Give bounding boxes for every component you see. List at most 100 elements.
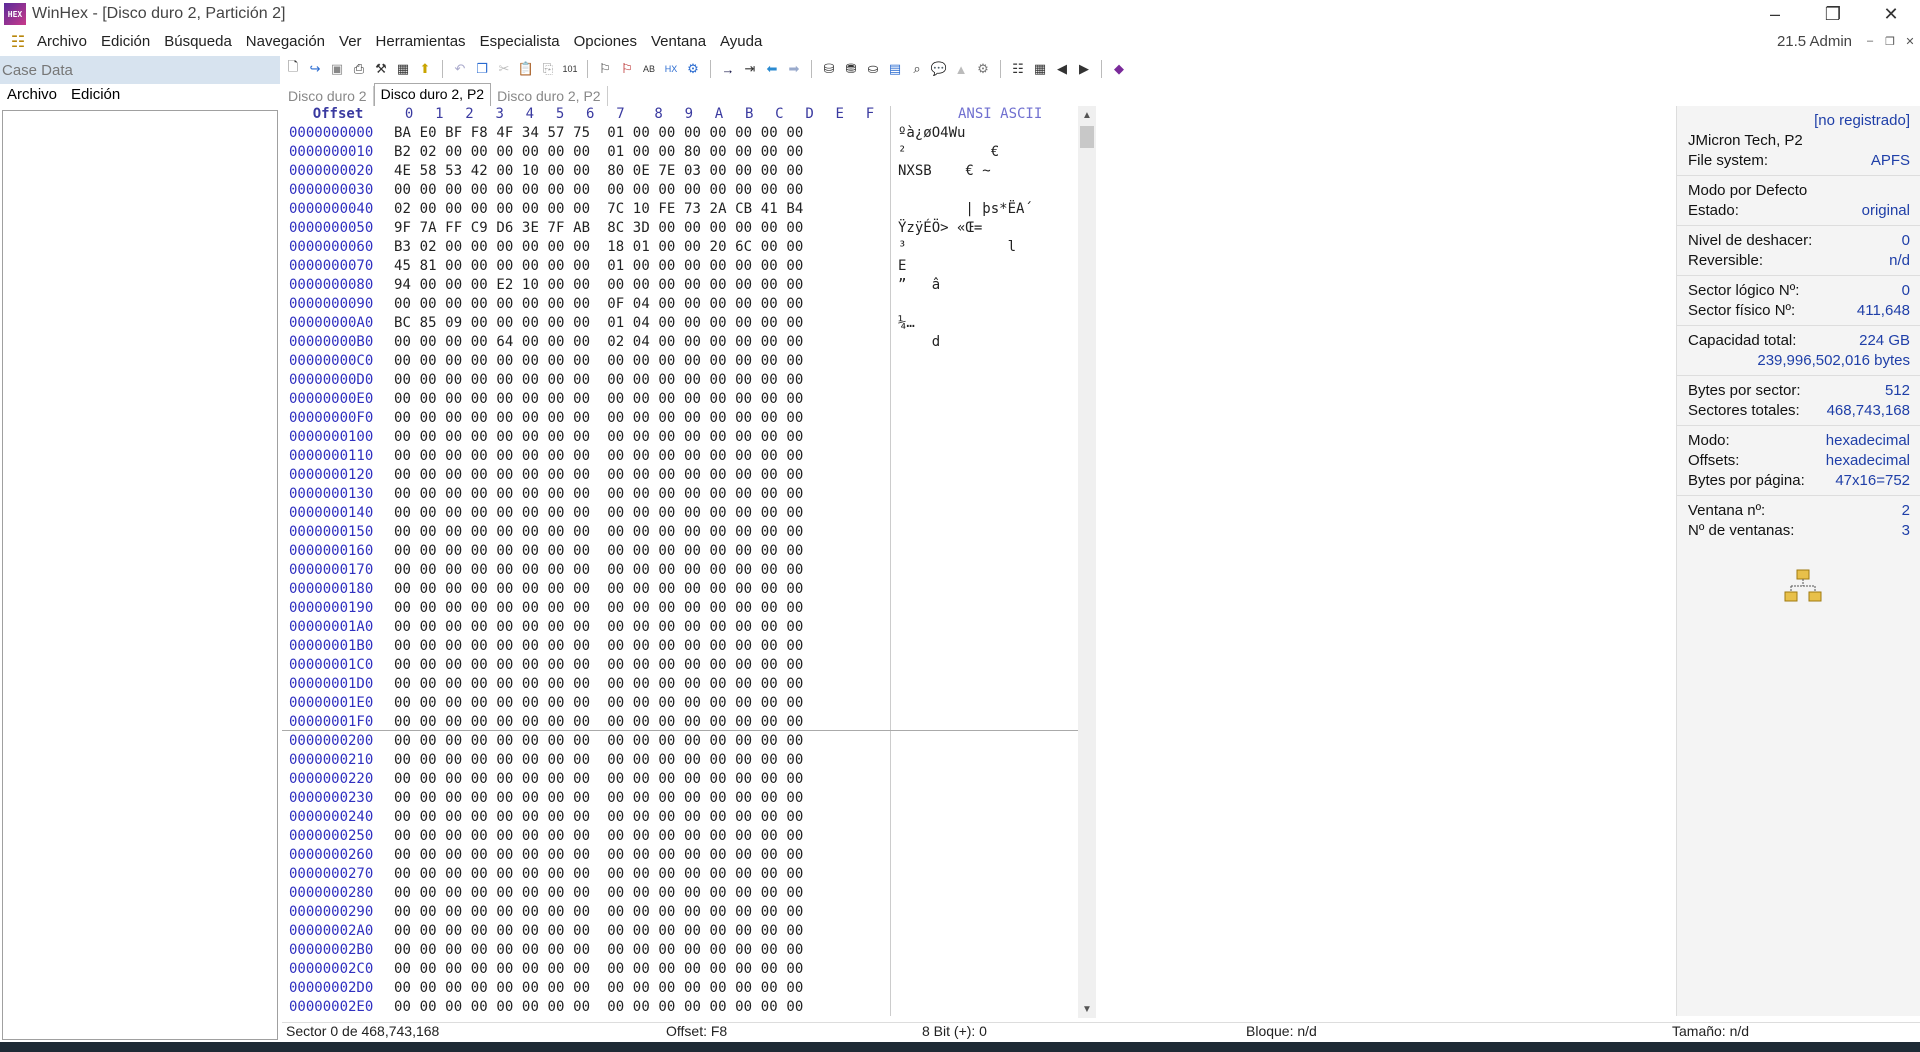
hex-row-bytes[interactable]: B3 02 00 00 00 00 00 00 18 01 00 00 20 6… (394, 239, 880, 258)
hex-scrollbar[interactable]: ▲ ▼ (1078, 106, 1096, 1018)
menu-ver[interactable]: Ver (332, 33, 369, 50)
hex-row[interactable]: 0000000210 00 00 00 00 00 00 00 00 00 00 … (282, 752, 1078, 771)
hex-row-offset[interactable]: 0000000060 (282, 239, 394, 258)
hex-row-offset[interactable]: 00000001D0 (282, 676, 394, 695)
hex-row-bytes[interactable]: 00 00 00 00 64 00 00 00 02 04 00 00 00 0… (394, 334, 880, 353)
chat-icon[interactable]: 💬 (928, 58, 950, 80)
hex-row[interactable]: 0000000140 00 00 00 00 00 00 00 00 00 00 … (282, 505, 1078, 524)
hex-row-offset[interactable]: 0000000240 (282, 809, 394, 828)
hex-row-offset[interactable]: 0000000160 (282, 543, 394, 562)
hex-row[interactable]: 0000000280 00 00 00 00 00 00 00 00 00 00 … (282, 885, 1078, 904)
hex-row-offset[interactable]: 0000000290 (282, 904, 394, 923)
hex-row-offset[interactable]: 00000002B0 (282, 942, 394, 961)
hex-row[interactable]: 0000000200 00 00 00 00 00 00 00 00 00 00 … (282, 733, 1078, 752)
properties-icon[interactable]: ⚒ (370, 58, 392, 80)
hex-row-ansi[interactable]: d (898, 334, 940, 350)
hex-row-offset[interactable]: 0000000280 (282, 885, 394, 904)
hex-row[interactable]: 00000002D0 00 00 00 00 00 00 00 00 00 00 … (282, 980, 1078, 999)
prev-page-icon[interactable]: ◀ (1051, 58, 1073, 80)
status-sector[interactable]: Sector 0 de 468,743,168 (282, 1023, 662, 1042)
paste-special-icon[interactable]: ⎘ (537, 58, 559, 80)
hex-row-offset[interactable]: 00000000C0 (282, 353, 394, 372)
hex-row-offset[interactable]: 00000002C0 (282, 961, 394, 980)
hex-row[interactable]: 00000002E0 00 00 00 00 00 00 00 00 00 00 … (282, 999, 1078, 1018)
undo-icon[interactable]: ↶ (449, 58, 471, 80)
clone-disk-icon[interactable]: ⛀ (862, 58, 884, 80)
menu-archivo[interactable]: Archivo (30, 33, 94, 50)
hex-row-bytes[interactable]: 00 00 00 00 00 00 00 00 00 00 00 00 00 0… (394, 847, 880, 866)
hex-row[interactable]: 0000000150 00 00 00 00 00 00 00 00 00 00 … (282, 524, 1078, 543)
hex-row-bytes[interactable]: 00 00 00 00 00 00 00 00 00 00 00 00 00 0… (394, 562, 880, 581)
hex-row-bytes[interactable]: 00 00 00 00 00 00 00 00 00 00 00 00 00 0… (394, 885, 880, 904)
menu-opciones[interactable]: Opciones (567, 33, 644, 50)
menu-busqueda[interactable]: Búsqueda (157, 33, 239, 50)
hex-row-offset[interactable]: 0000000070 (282, 258, 394, 277)
hex-row-bytes[interactable]: BC 85 09 00 00 00 00 00 01 04 00 00 00 0… (394, 315, 880, 334)
hex-row[interactable]: 0000000170 00 00 00 00 00 00 00 00 00 00 … (282, 562, 1078, 581)
hex-row[interactable]: 00000000B0 00 00 00 00 64 00 00 00 02 04 … (282, 334, 1078, 353)
hex-row-offset[interactable]: 00000001C0 (282, 657, 394, 676)
registration-status[interactable]: [no registrado] (1814, 112, 1910, 129)
goto-offset-icon[interactable]: → (717, 58, 739, 80)
hex-row-bytes[interactable]: 94 00 00 00 E2 10 00 00 00 00 00 00 00 0… (394, 277, 880, 296)
hex-row[interactable]: 0000000240 00 00 00 00 00 00 00 00 00 00 … (282, 809, 1078, 828)
hex-editor[interactable]: Offset 0 1 2 3 4 5 6 7 8 9 A B C D E F A… (282, 106, 1078, 1016)
scroll-up-icon[interactable]: ▲ (1078, 106, 1096, 124)
hex-row[interactable]: 00000001A0 00 00 00 00 00 00 00 00 00 00 … (282, 619, 1078, 638)
hex-row[interactable]: 00000000F0 00 00 00 00 00 00 00 00 00 00 … (282, 410, 1078, 429)
hex-row-bytes[interactable]: 00 00 00 00 00 00 00 00 00 00 00 00 00 0… (394, 790, 880, 809)
hex-row-bytes[interactable]: BA E0 BF F8 4F 34 57 75 01 00 00 00 00 0… (394, 125, 880, 144)
status-block[interactable]: Bloque: n/d (1242, 1023, 1668, 1042)
hex-row[interactable]: 0000000050 9F 7A FF C9 D6 3E 7F AB 8C 3D … (282, 220, 1078, 239)
hex-row-bytes[interactable]: B2 02 00 00 00 00 00 00 01 00 00 80 00 0… (394, 144, 880, 163)
status-offset[interactable]: Offset: F8 (662, 1023, 918, 1042)
menu-edicion[interactable]: Edición (94, 33, 157, 50)
hex-row-ansi[interactable]: ” â (898, 277, 940, 293)
hex-row[interactable]: 0000000130 00 00 00 00 00 00 00 00 00 00 … (282, 486, 1078, 505)
case-menu-edicion[interactable]: Edición (64, 86, 127, 108)
hex-row-bytes[interactable]: 00 00 00 00 00 00 00 00 00 00 00 00 00 0… (394, 182, 880, 201)
hex-row[interactable]: 00000001E0 00 00 00 00 00 00 00 00 00 00 … (282, 695, 1078, 714)
hex-row-offset[interactable]: 00000000E0 (282, 391, 394, 410)
hex-row-bytes[interactable]: 00 00 00 00 00 00 00 00 00 00 00 00 00 0… (394, 619, 880, 638)
hex-row-bytes[interactable]: 00 00 00 00 00 00 00 00 00 00 00 00 00 0… (394, 486, 880, 505)
mdi-minimize-button[interactable]: – (1860, 32, 1880, 50)
hex-row[interactable]: 0000000260 00 00 00 00 00 00 00 00 00 00 … (282, 847, 1078, 866)
hex-row-bytes[interactable]: 00 00 00 00 00 00 00 00 00 00 00 00 00 0… (394, 391, 880, 410)
case-menu-archivo[interactable]: Archivo (0, 86, 64, 108)
new-file-icon[interactable]: 🗋 (282, 58, 304, 80)
hex-row-bytes[interactable]: 00 00 00 00 00 00 00 00 00 00 00 00 00 0… (394, 752, 880, 771)
hex-row-bytes[interactable]: 00 00 00 00 00 00 00 00 00 00 00 00 00 0… (394, 695, 880, 714)
hex-row[interactable]: 00000002B0 00 00 00 00 00 00 00 00 00 00 … (282, 942, 1078, 961)
hex-row[interactable]: 0000000090 00 00 00 00 00 00 00 00 0F 04 … (282, 296, 1078, 315)
hex-row[interactable]: 0000000040 02 00 00 00 00 00 00 00 7C 10 … (282, 201, 1078, 220)
hex-row[interactable]: 0000000030 00 00 00 00 00 00 00 00 00 00 … (282, 182, 1078, 201)
hex-row-offset[interactable]: 0000000150 (282, 524, 394, 543)
hex-row-ansi[interactable]: ŸzÿÉÖ> «Œ= (898, 220, 982, 236)
hex-rows[interactable]: 0000000000 BA E0 BF F8 4F 34 57 75 01 00 … (282, 125, 1078, 1018)
hex-row-bytes[interactable]: 00 00 00 00 00 00 00 00 0F 04 00 00 00 0… (394, 296, 880, 315)
hex-row-bytes[interactable]: 00 00 00 00 00 00 00 00 00 00 00 00 00 0… (394, 581, 880, 600)
hex-row-bytes[interactable]: 00 00 00 00 00 00 00 00 00 00 00 00 00 0… (394, 828, 880, 847)
hex-row-offset[interactable]: 0000000020 (282, 163, 394, 182)
hex-row-bytes[interactable]: 00 00 00 00 00 00 00 00 00 00 00 00 00 0… (394, 467, 880, 486)
tab-disco-duro-2[interactable]: Disco duro 2 (282, 86, 374, 106)
goto-sector-icon[interactable]: ⇥ (739, 58, 761, 80)
hex-row-offset[interactable]: 00000000D0 (282, 372, 394, 391)
hex-row[interactable]: 0000000230 00 00 00 00 00 00 00 00 00 00 … (282, 790, 1078, 809)
hex-row-offset[interactable]: 00000001A0 (282, 619, 394, 638)
modo-value[interactable]: hexadecimal (1826, 432, 1910, 449)
hex-row[interactable]: 0000000190 00 00 00 00 00 00 00 00 00 00 … (282, 600, 1078, 619)
hex-row-offset[interactable]: 0000000090 (282, 296, 394, 315)
menu-especialista[interactable]: Especialista (473, 33, 567, 50)
disk-tools-icon[interactable]: ⛃ (840, 58, 862, 80)
menu-ventana[interactable]: Ventana (644, 33, 713, 50)
hex-row-ansi[interactable]: E (898, 258, 906, 274)
hex-row-ansi[interactable]: ºà¿øO4Wu (898, 125, 965, 141)
hex-row-bytes[interactable]: 00 00 00 00 00 00 00 00 00 00 00 00 00 0… (394, 353, 880, 372)
hex-row-bytes[interactable]: 00 00 00 00 00 00 00 00 00 00 00 00 00 0… (394, 505, 880, 524)
hex-row[interactable]: 0000000110 00 00 00 00 00 00 00 00 00 00 … (282, 448, 1078, 467)
open-file-icon[interactable]: ↪ (304, 58, 326, 80)
status-bit-value[interactable]: 8 Bit (+): 0 (918, 1023, 1242, 1042)
close-button[interactable]: ✕ (1862, 0, 1920, 28)
